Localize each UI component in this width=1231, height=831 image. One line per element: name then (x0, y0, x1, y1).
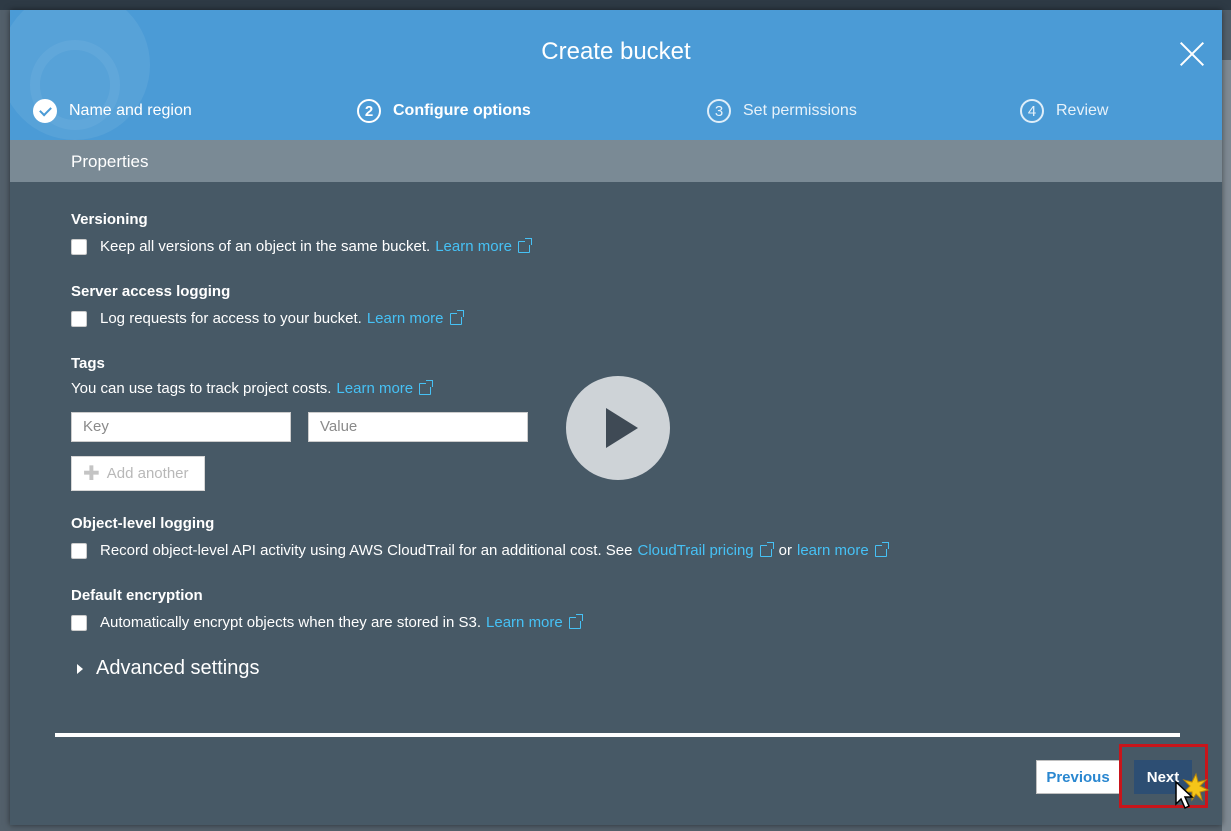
advanced-settings-toggle[interactable]: Advanced settings (77, 657, 259, 680)
tags-learn-more-link[interactable]: Learn more (336, 379, 434, 397)
link-label: learn more (796, 542, 869, 559)
plus-icon: ✚ (83, 462, 100, 485)
link-label: Learn more (366, 310, 444, 327)
versioning-text: Keep all versions of an object in the sa… (100, 238, 431, 255)
step-label: Set permissions (743, 102, 857, 119)
tags-title: Tags (71, 355, 105, 372)
link-label: CloudTrail pricing (637, 542, 754, 559)
hand-cursor-icon (1175, 772, 1210, 810)
link-label: Learn more (486, 614, 563, 631)
or-text: or (778, 542, 792, 559)
default-encryption-title: Default encryption (71, 587, 203, 604)
server-access-logging-title: Server access logging (71, 283, 231, 300)
server-access-logging-learn-more-link[interactable]: Learn more (366, 309, 464, 327)
previous-button[interactable]: Previous (1036, 760, 1120, 794)
versioning-learn-more-link[interactable]: Learn more (435, 237, 532, 255)
step-label: Configure options (393, 102, 531, 119)
tag-value-input[interactable]: Value (308, 412, 528, 442)
versioning-title: Versioning (71, 211, 148, 228)
step-review[interactable]: 4 Review (1020, 97, 1108, 125)
server-access-logging-text: Log requests for access to your bucket. (100, 310, 362, 327)
external-link-icon (568, 613, 583, 629)
properties-title: Properties (71, 152, 149, 171)
versioning-row: Keep all versions of an object in the sa… (71, 237, 532, 255)
external-link-icon (874, 541, 889, 557)
cloudtrail-pricing-link[interactable]: CloudTrail pricing (637, 541, 774, 559)
advanced-settings-label: Advanced settings (96, 657, 260, 679)
object-level-logging-text: Record object-level API activity using A… (100, 542, 633, 559)
external-link-icon (449, 309, 464, 325)
play-icon (606, 408, 638, 448)
close-icon[interactable] (1178, 40, 1206, 68)
default-encryption-row: Automatically encrypt objects when they … (71, 613, 583, 631)
step-set-permissions[interactable]: 3 Set permissions (707, 97, 857, 125)
add-another-label: Add another (106, 465, 189, 482)
versioning-checkbox[interactable] (71, 238, 87, 255)
modal-title: Create bucket (541, 38, 691, 65)
external-link-icon (517, 237, 532, 253)
object-level-logging-checkbox[interactable] (71, 542, 87, 559)
step-number: 2 (357, 99, 381, 123)
modal-header: Create bucket Name and region 2 Configur… (10, 10, 1222, 140)
step-number: 4 (1020, 99, 1044, 123)
tags-text: You can use tags to track project costs. (71, 380, 332, 397)
tags-description: You can use tags to track project costs.… (71, 379, 434, 397)
external-link-icon (419, 379, 434, 395)
step-configure-options[interactable]: 2 Configure options (357, 97, 531, 125)
properties-header: Properties (10, 140, 1222, 182)
create-bucket-modal: Create bucket Name and region 2 Configur… (10, 10, 1222, 825)
browser-top-bar (0, 0, 1231, 10)
object-level-logging-row: Record object-level API activity using A… (71, 541, 889, 559)
step-number: 3 (707, 99, 731, 123)
footer-divider (55, 733, 1180, 737)
server-access-logging-row: Log requests for access to your bucket. … (71, 309, 464, 327)
step-name-and-region[interactable]: Name and region (33, 97, 192, 125)
play-video-button[interactable] (566, 376, 670, 480)
caret-right-icon (77, 663, 83, 674)
external-link-icon (759, 541, 774, 557)
check-circle-icon (33, 99, 57, 123)
default-encryption-learn-more-link[interactable]: Learn more (486, 613, 583, 631)
default-encryption-text: Automatically encrypt objects when they … (100, 614, 482, 631)
server-access-logging-checkbox[interactable] (71, 310, 87, 327)
step-label: Name and region (69, 102, 192, 119)
object-level-logging-learn-more-link[interactable]: learn more (796, 541, 889, 559)
add-another-button[interactable]: ✚ Add another (71, 456, 205, 491)
link-label: Learn more (435, 238, 512, 255)
tag-key-input[interactable]: Key (71, 412, 291, 442)
default-encryption-checkbox[interactable] (71, 614, 87, 631)
background-page-strip (1222, 60, 1231, 831)
object-level-logging-title: Object-level logging (71, 515, 215, 532)
link-label: Learn more (336, 380, 414, 397)
step-label: Review (1056, 102, 1109, 119)
